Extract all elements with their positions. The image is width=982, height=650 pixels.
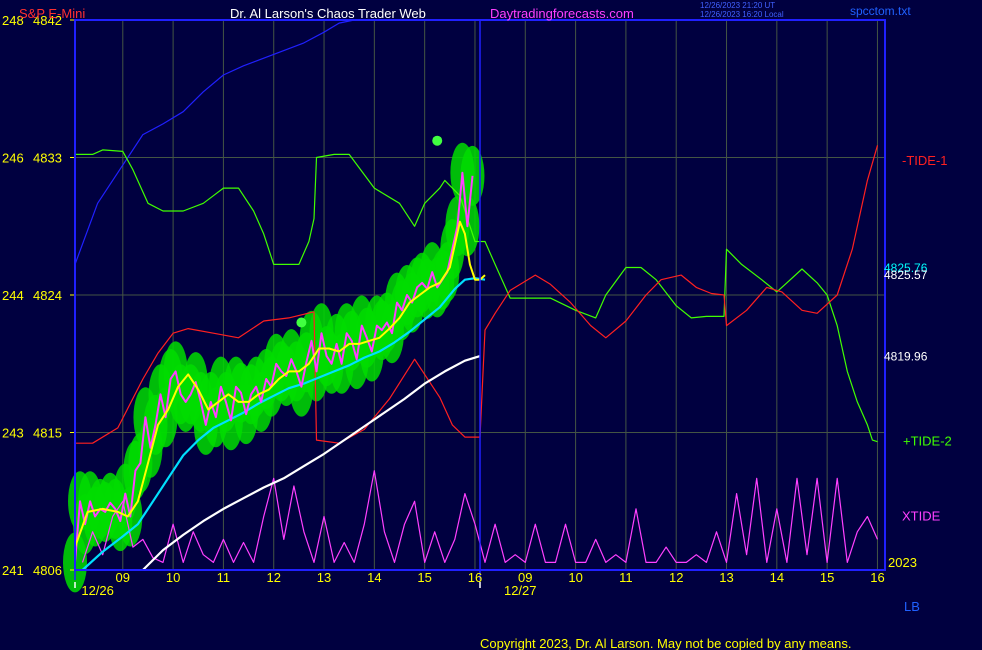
frame-layer (70, 19, 886, 588)
x-tick-label: 15 (417, 570, 431, 585)
y-tick-label-left: 246 (2, 151, 24, 166)
y-tick-label-left: 241 (2, 563, 24, 578)
x-tick-label: 10 (166, 570, 180, 585)
x-tick-label: 16 (468, 570, 482, 585)
turn-marker (432, 135, 443, 146)
timestamp-local: 12/26/2023 16:20 Local (700, 10, 784, 19)
x-tick-label: 11 (619, 570, 633, 585)
copyright-text: Copyright 2023, Dr. Al Larson. May not b… (480, 636, 852, 650)
x-tick-label: 10 (568, 570, 582, 585)
y-tick-label: 4833 (33, 151, 62, 166)
x-tick-label: 13 (719, 570, 733, 585)
y-tick-label-left: 243 (2, 426, 24, 441)
label-layer: 241 4806243 4815244 4824246 4833248 484209 10 1… (2, 13, 952, 598)
label-tide-minus: -TIDE-1 (902, 153, 948, 168)
corner-label: LB (904, 599, 920, 614)
timestamp-ut: 12/26/2023 21:20 UT (700, 1, 776, 10)
y-tick-label: 4806 (33, 563, 62, 578)
label-xtide: XTIDE (902, 509, 941, 524)
x-tick-label: 16 (870, 570, 884, 585)
label-tide-plus: +TIDE-2 (903, 434, 952, 449)
right-value: 4825.57 (884, 268, 928, 282)
data-file-label: spcctom.txt (850, 4, 911, 18)
chart-window: 241 4806 243 4815 244 4824 246 4833 248 4842 09 10 1… (0, 0, 982, 650)
chart-title: Dr. Al Larson's Chaos Trader Web (230, 6, 426, 21)
x-tick-label: 11 (217, 570, 231, 585)
turn-marker (296, 317, 307, 328)
x-tick-label: 09 (116, 570, 130, 585)
year-label: 2023 (888, 555, 917, 570)
site-link[interactable]: Daytradingforecasts.com (490, 6, 634, 21)
y-tick-label-left: 244 (2, 288, 24, 303)
right-value: 4819.96 (884, 350, 928, 364)
chaos-trader-chart: 241 4806243 4815244 4824246 4833248 484209 10 1… (2, 13, 952, 598)
date-label: 12/26 (81, 583, 114, 598)
x-tick-label: 15 (820, 570, 834, 585)
x-tick-label: 13 (317, 570, 331, 585)
y-tick-label: 4815 (33, 426, 62, 441)
date-label: 12/27 (504, 583, 537, 598)
instrument-label: S&P E-Mini (19, 6, 86, 21)
x-tick-label: 14 (770, 570, 784, 585)
x-tick-label: 14 (367, 570, 381, 585)
x-tick-label: 12 (266, 570, 280, 585)
y-tick-label: 4824 (33, 288, 62, 303)
x-tick-label: 12 (669, 570, 683, 585)
